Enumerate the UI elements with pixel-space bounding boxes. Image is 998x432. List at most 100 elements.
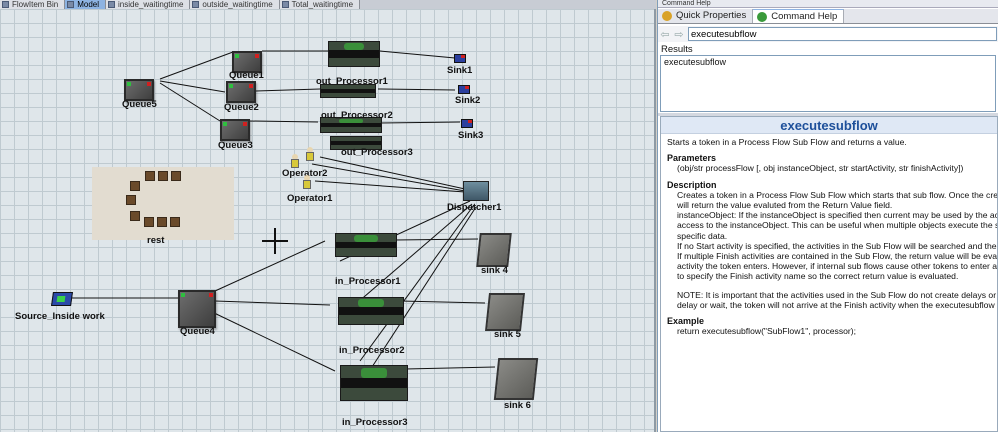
sink1[interactable] <box>454 54 466 63</box>
results-label: Results <box>661 44 693 55</box>
operator1[interactable] <box>302 175 312 189</box>
sink5-label: sink 5 <box>494 329 521 340</box>
sink4-label: sink 4 <box>481 265 508 276</box>
tab-inside-waitingtime[interactable]: inside_waitingtime <box>106 0 191 9</box>
doc-description-line: specific data. <box>677 230 728 241</box>
source-inside-work[interactable] <box>51 292 73 306</box>
doc-note-line: delay or wait, the token will not arrive… <box>677 299 998 310</box>
processor-machine <box>344 43 364 51</box>
chair <box>158 171 168 181</box>
crosshair-cursor-icon <box>262 228 288 254</box>
chair <box>144 217 154 227</box>
results-list: executesubflow <box>660 55 996 112</box>
tab-label: FlowItem Bin <box>12 0 59 9</box>
out-processor2-top[interactable] <box>320 84 376 98</box>
sink5[interactable] <box>485 293 525 331</box>
in-processor2[interactable] <box>338 297 404 325</box>
tab-label: Model <box>77 0 100 9</box>
in-processor1-label: in_Processor1 <box>335 276 401 287</box>
tab-flowitem-bin[interactable]: FlowItem Bin <box>0 0 66 9</box>
queue2-label: Queue2 <box>224 102 259 113</box>
sink2-label: Sink2 <box>455 95 481 106</box>
model-icon <box>67 1 75 8</box>
conveyor-belt <box>321 89 375 93</box>
doc-summary: Starts a token in a Process Flow Sub Flo… <box>667 137 907 147</box>
command-help-panel: Command Help Quick Properties Command He… <box>657 0 998 432</box>
search-input[interactable] <box>688 27 997 41</box>
processor-machine <box>358 299 384 308</box>
gear-icon <box>662 11 672 21</box>
chair <box>130 211 140 221</box>
in-processor3[interactable] <box>340 365 408 401</box>
doc-example: return executesubflow("SubFlow1", proces… <box>677 326 857 337</box>
rest-area[interactable] <box>92 167 234 240</box>
out-processor1[interactable] <box>328 41 380 67</box>
doc-description-line: access to the instanceObject. This can b… <box>677 220 998 231</box>
doc-parameters: (obj/str processFlow [, obj instanceObje… <box>677 163 964 174</box>
tab-quick-properties[interactable]: Quick Properties <box>658 9 754 23</box>
conveyor-belt <box>336 241 396 249</box>
operator3[interactable] <box>305 147 315 161</box>
doc-description-line: Creates a token in a Process Flow Sub Fl… <box>677 189 998 200</box>
forward-arrow-icon[interactable]: ⇨ <box>672 28 686 41</box>
documentation-pane: executesubflow Starts a token in a Proce… <box>660 116 998 432</box>
operator-body <box>306 152 314 161</box>
tab-label: inside_waitingtime <box>118 0 184 9</box>
back-arrow-icon[interactable]: ⇦ <box>658 28 672 41</box>
queue5-label: Queue5 <box>122 99 157 110</box>
queue4[interactable] <box>178 290 216 328</box>
conveyor-belt <box>339 307 403 315</box>
operator-body <box>303 180 311 189</box>
tab-label: outside_waitingtime <box>202 0 273 9</box>
dispatcher1[interactable] <box>463 181 489 201</box>
tab-model[interactable]: Model <box>65 0 107 9</box>
sink4[interactable] <box>476 233 512 267</box>
conveyor-belt <box>321 122 381 128</box>
operator-body <box>291 159 299 168</box>
processor-machine <box>360 367 388 378</box>
tab-outside-waitingtime[interactable]: outside_waitingtime <box>190 0 280 9</box>
result-item[interactable]: executesubflow <box>661 56 995 68</box>
in-processor3-label: in_Processor3 <box>342 417 408 428</box>
conveyor-belt <box>329 50 379 58</box>
chair <box>145 171 155 181</box>
dispatcher1-label: Dispatcher1 <box>447 202 502 213</box>
doc-note-line: NOTE: It is important that the activitie… <box>677 289 998 300</box>
tab-total-waitingtime[interactable]: Total_waitingtime <box>279 0 361 9</box>
conveyor-belt <box>331 141 381 145</box>
doc-description-line: will return the value evaluted from the … <box>677 200 893 211</box>
operator2[interactable] <box>290 154 300 168</box>
doc-description-heading: Description <box>667 179 717 190</box>
out-processor3-label: out_Processor3 <box>341 147 413 158</box>
queue4-label: Queue4 <box>180 326 215 337</box>
chair <box>130 181 140 191</box>
dashboard-icon <box>108 1 116 8</box>
tab-command-help[interactable]: Command Help <box>753 9 845 23</box>
chair <box>171 171 181 181</box>
queue3-label: Queue3 <box>218 140 253 151</box>
panel-tabs: Quick Properties Command Help <box>658 9 998 24</box>
doc-title: executesubflow <box>661 117 997 134</box>
rest-area-label: rest <box>147 235 165 246</box>
in-processor2-label: in_Processor2 <box>339 345 405 356</box>
in-processor1[interactable] <box>335 233 397 257</box>
sink1-label: Sink1 <box>447 65 473 76</box>
queue5[interactable] <box>124 79 154 101</box>
sink6[interactable] <box>493 358 539 400</box>
conveyor-belt <box>341 377 407 389</box>
flowitem-bin-icon <box>2 1 9 8</box>
help-icon <box>757 12 768 22</box>
doc-example-heading: Example <box>667 316 705 327</box>
queue2[interactable] <box>226 81 256 103</box>
queue3[interactable] <box>220 119 250 141</box>
processor-machine <box>354 235 378 242</box>
doc-description-line: If multiple Finish activities are contai… <box>677 251 998 262</box>
document-tab-strip: FlowItem Bin Model inside_waitingtime ou… <box>0 0 656 9</box>
doc-description-line: activity the token enters. However, if i… <box>677 261 998 272</box>
model-3d-view[interactable]: rest Queue5 Queue1 Queue2 Queue3 out_Pro… <box>0 9 656 432</box>
sink3[interactable] <box>461 119 473 128</box>
sink2[interactable] <box>458 85 470 94</box>
doc-description-line: If no Start activity is specified, the a… <box>677 240 998 251</box>
tab-label: Quick Properties <box>676 10 747 21</box>
chair <box>157 217 167 227</box>
